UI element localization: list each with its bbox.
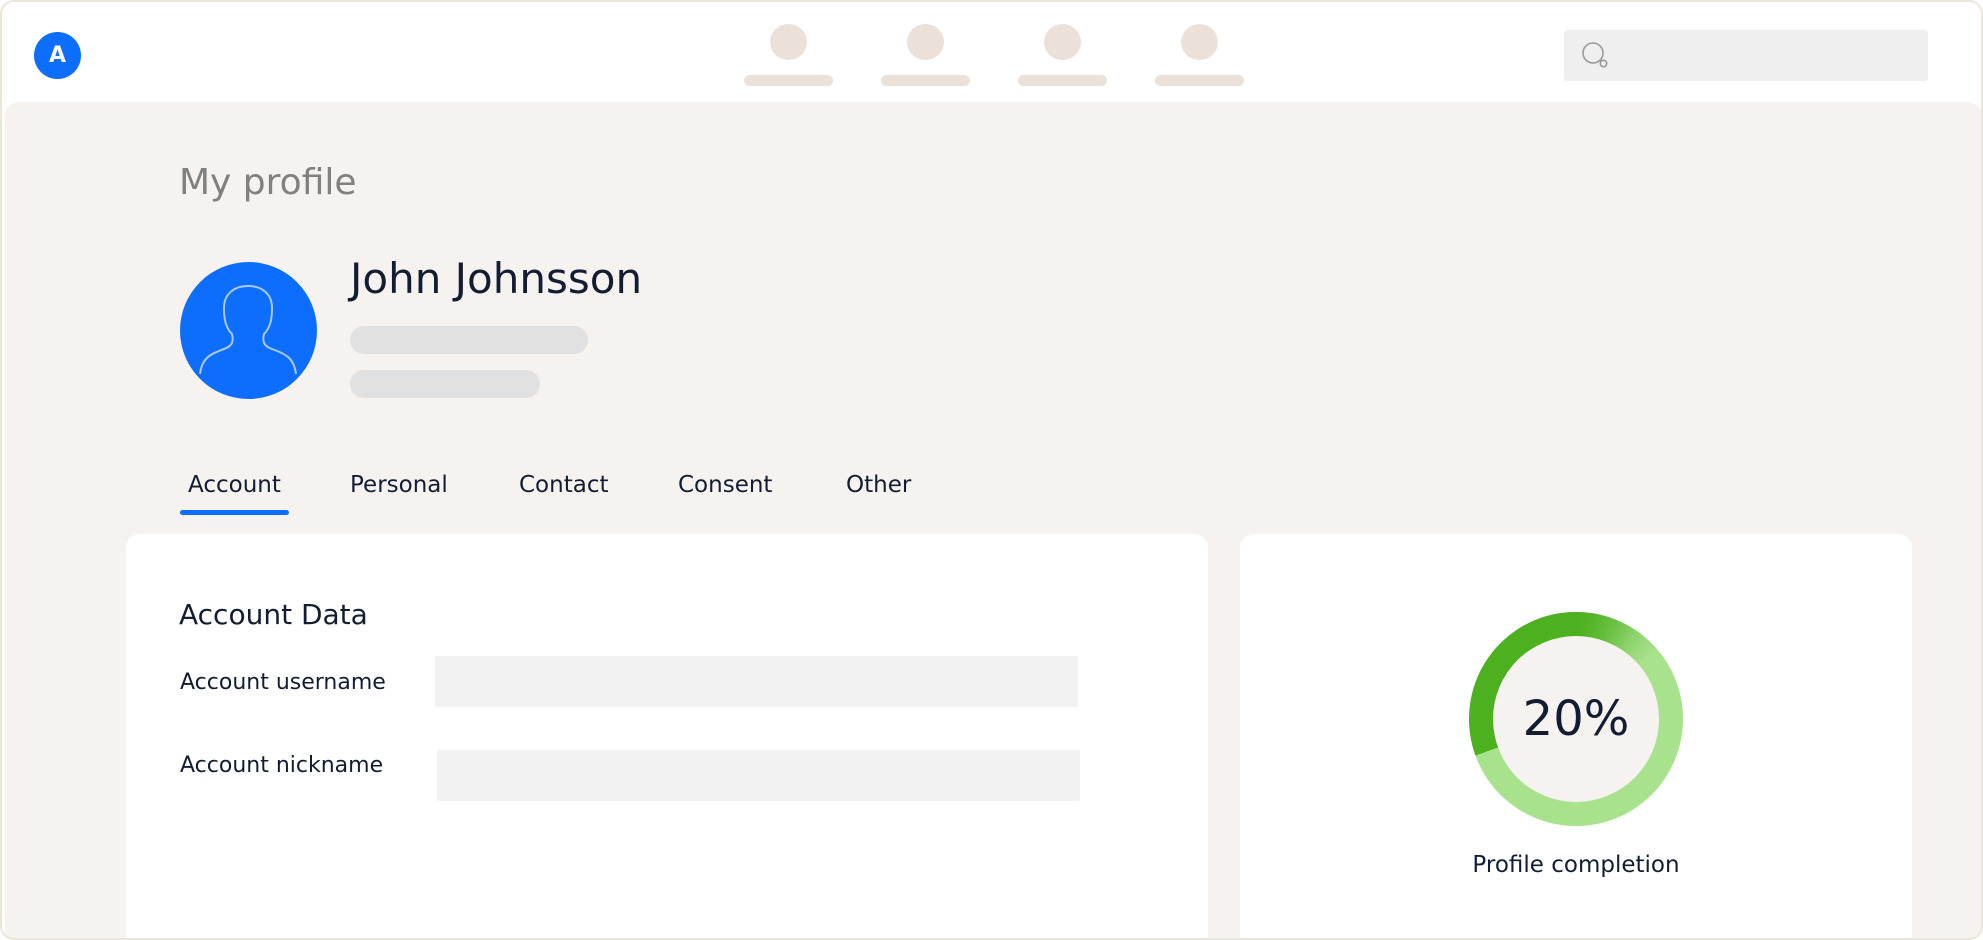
username-field[interactable] [435, 656, 1078, 707]
nav-item-icon [907, 24, 944, 60]
tab-account[interactable]: Account [180, 472, 289, 515]
tab-contact[interactable]: Contact [511, 472, 616, 498]
user-silhouette-icon [199, 284, 297, 375]
nav-item-icon [770, 24, 807, 60]
app-window: A My profile John Johnsson Account Perso… [0, 0, 1983, 940]
top-navigation-bar: A [2, 2, 1981, 102]
card-title: Account Data [179, 598, 368, 631]
avatar[interactable] [180, 262, 317, 399]
logo-letter: A [48, 43, 67, 68]
tab-other[interactable]: Other [838, 472, 919, 498]
nav-item-icon [1181, 24, 1218, 60]
tab-consent[interactable]: Consent [670, 472, 780, 498]
search-input[interactable] [1564, 30, 1928, 81]
nav-item-label-placeholder [1155, 75, 1244, 86]
completion-percent: 20% [1522, 691, 1630, 747]
profile-detail-placeholder [350, 370, 540, 398]
nav-item-3[interactable] [1018, 24, 1108, 88]
profile-page: My profile John Johnsson Account Persona… [5, 102, 1981, 938]
username-label: Account username [180, 670, 386, 695]
tab-personal[interactable]: Personal [342, 472, 456, 498]
nav-item-1[interactable] [744, 24, 834, 88]
completion-label: Profile completion [1472, 852, 1680, 878]
user-name: John Johnsson [350, 254, 643, 303]
completion-progress-ring: 20% [1469, 612, 1683, 826]
account-data-card: Account Data Account username Account ni… [126, 534, 1208, 938]
page-title: My profile [179, 162, 357, 203]
nav-item-label-placeholder [881, 75, 970, 86]
nav-item-4[interactable] [1155, 24, 1245, 88]
app-logo[interactable]: A [34, 32, 81, 79]
nav-item-label-placeholder [744, 75, 833, 86]
profile-detail-placeholder [350, 326, 588, 354]
profile-tabs: Account Personal Contact Consent Other [5, 472, 1981, 522]
nickname-label: Account nickname [180, 753, 384, 778]
search-icon [1582, 42, 1608, 68]
profile-completion-card: 20% Profile completion [1240, 534, 1912, 938]
completion-ring-center: 20% [1493, 636, 1659, 802]
nav-item-label-placeholder [1018, 75, 1107, 86]
nav-item-2[interactable] [881, 24, 971, 88]
nav-item-icon [1044, 24, 1081, 60]
nickname-field[interactable] [437, 750, 1080, 801]
